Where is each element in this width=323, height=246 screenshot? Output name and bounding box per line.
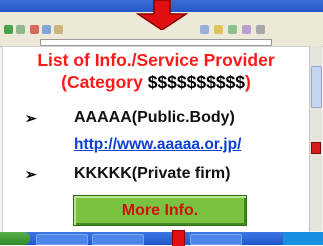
address-input[interactable] [40,39,272,46]
list-item-label: KKKKK(Private firm) [74,165,231,182]
list-item: ➢ AAAAA(Public.Body) [3,107,309,129]
more-info-button[interactable]: More Info. [73,195,247,226]
taskbar-item[interactable] [190,234,242,245]
refresh-icon[interactable] [42,25,51,34]
arrow-stem-icon [172,230,185,246]
system-tray [283,232,323,245]
red-marker-icon [311,142,321,154]
start-button[interactable] [0,232,30,245]
search-icon[interactable] [200,25,209,34]
scrollbar-thumb[interactable] [311,66,322,108]
browser-window: List of Info./Service Provider (Category… [0,0,323,246]
taskbar-item[interactable] [36,234,88,245]
category-suffix: ) [245,72,251,92]
favorites-icon[interactable] [214,25,223,34]
mail-icon[interactable] [242,25,251,34]
category-prefix: (Category [61,72,148,92]
list-item: ➢ KKKKK(Private firm) [3,163,309,185]
arrow-bullet-icon: ➢ [25,166,37,182]
taskbar-item[interactable] [92,234,144,245]
home-icon[interactable] [54,25,63,34]
history-icon[interactable] [228,25,237,34]
slide-subtitle: (Category $$$$$$$$$$) [3,72,309,92]
stop-icon[interactable] [30,25,39,34]
back-icon[interactable] [4,25,13,34]
vertical-scrollbar[interactable] [309,46,322,231]
title-line-1: List of Info./Service Provider [37,50,275,70]
forward-icon[interactable] [16,25,25,34]
print-icon[interactable] [256,25,265,34]
provider-link[interactable]: http://www.aaaaa.or.jp/ [74,135,241,155]
list-item-label: AAAAA(Public.Body) [74,109,235,126]
taskbar [0,232,323,245]
arrow-down-icon [136,0,188,30]
arrow-bullet-icon: ➢ [25,110,37,126]
content-panel: List of Info./Service Provider (Category… [2,46,310,233]
slide-title: List of Info./Service Provider [3,50,309,70]
category-value: $$$$$$$$$$ [147,72,246,92]
